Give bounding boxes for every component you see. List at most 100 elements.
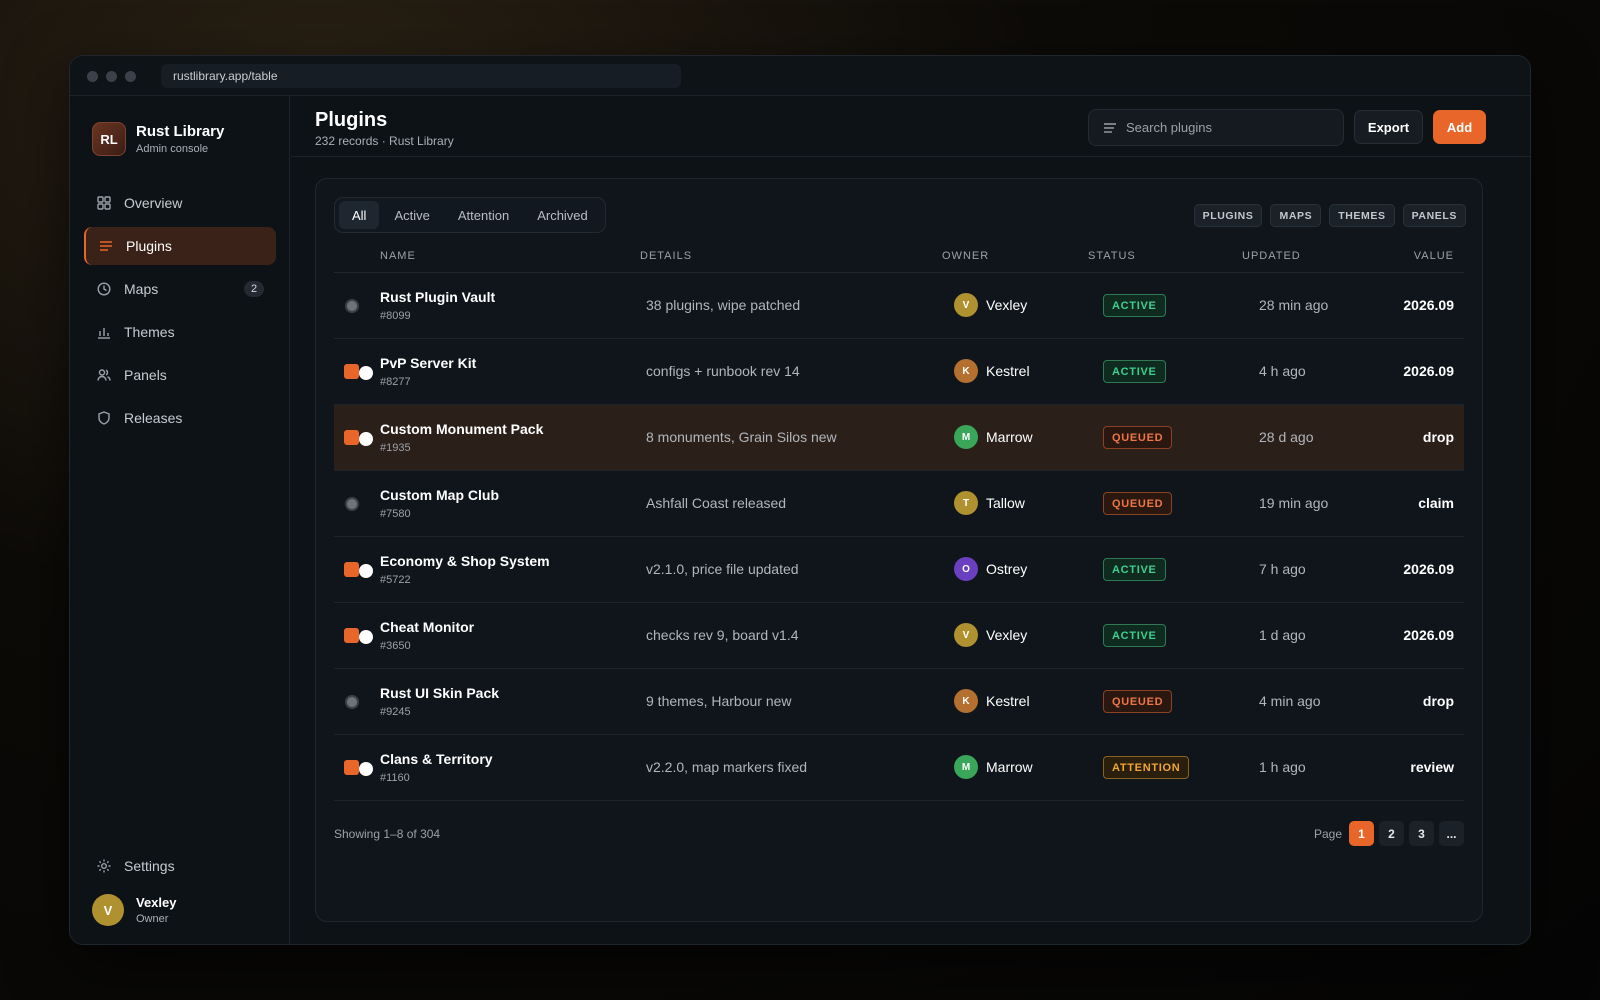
chip-plugins[interactable]: PLUGINS	[1193, 204, 1263, 227]
sidebar-item-overview[interactable]: Overview	[84, 184, 276, 222]
owner-name: Marrow	[986, 759, 1033, 775]
owner-name: Vexley	[986, 627, 1028, 643]
table-row[interactable]: Custom Map Club #7580 Ashfall Coast releas…	[334, 471, 1464, 537]
row-id: #9245	[380, 706, 411, 718]
pagination: Page 1 2 3 ...	[1314, 821, 1464, 846]
maximize-dot[interactable]	[125, 71, 136, 82]
main-content: Plugins 232 records · Rust Library Searc…	[291, 96, 1530, 944]
tab-all[interactable]: All	[339, 201, 380, 229]
page-header: Plugins 232 records · Rust Library Searc…	[291, 96, 1530, 157]
selected-checkbox[interactable]	[344, 628, 359, 643]
row-radio[interactable]	[345, 497, 359, 511]
sidebar-item-releases[interactable]: Releases	[84, 399, 276, 437]
selected-checkbox[interactable]	[344, 364, 359, 379]
grid-icon	[96, 195, 112, 211]
export-button[interactable]: Export	[1354, 110, 1423, 144]
sidebar-item-settings[interactable]: Settings	[96, 858, 175, 874]
minimize-dot[interactable]	[106, 71, 117, 82]
sidebar-item-panels[interactable]: Panels	[84, 356, 276, 394]
row-toggle[interactable]	[359, 366, 373, 380]
row-id: #1160	[380, 772, 410, 784]
row-select[interactable]	[344, 496, 372, 512]
row-title[interactable]: Custom Map Club	[380, 487, 499, 503]
chip-maps[interactable]: MAPS	[1270, 204, 1322, 227]
selected-checkbox[interactable]	[344, 562, 359, 577]
col-owner[interactable]: OWNER	[942, 250, 989, 262]
avatar: O	[954, 557, 978, 581]
row-status: ATTENTION	[1103, 756, 1190, 779]
table-row[interactable]: Custom Monument Pack #1935 8 monuments, Gr…	[334, 405, 1464, 471]
row-radio[interactable]	[345, 695, 359, 709]
table-row[interactable]: Economy & Shop System #5722 v2.1.0, price …	[334, 537, 1464, 603]
col-value[interactable]: VALUE	[1414, 250, 1454, 262]
row-name-cell: Rust UI Skin Pack #9245	[380, 685, 499, 718]
add-button[interactable]: Add	[1433, 110, 1486, 144]
col-updated[interactable]: UPDATED	[1242, 250, 1301, 262]
sidebar-item-themes[interactable]: Themes	[84, 313, 276, 351]
status-badge: QUEUED	[1103, 492, 1173, 515]
row-id: #8277	[380, 376, 411, 388]
avatar: V	[92, 894, 124, 926]
selected-checkbox[interactable]	[344, 760, 359, 775]
page-more-button[interactable]: ...	[1439, 821, 1464, 846]
row-select[interactable]	[344, 430, 373, 446]
avatar: M	[954, 755, 978, 779]
avatar: T	[954, 491, 978, 515]
row-updated: 4 h ago	[1259, 363, 1306, 379]
status-badge: ACTIVE	[1103, 558, 1166, 581]
table-row[interactable]: Cheat Monitor #3650 checks rev 9, board v1…	[334, 603, 1464, 669]
owner-name: Tallow	[986, 495, 1025, 511]
page-3-button[interactable]: 3	[1409, 821, 1434, 846]
chip-themes[interactable]: THEMES	[1329, 204, 1395, 227]
col-status[interactable]: STATUS	[1088, 250, 1136, 262]
page-title: Plugins	[315, 109, 388, 131]
col-name[interactable]: NAME	[380, 250, 416, 262]
row-toggle[interactable]	[359, 630, 373, 644]
row-select[interactable]	[344, 694, 372, 710]
row-select[interactable]	[344, 562, 373, 578]
row-value: 2026.09	[1403, 561, 1454, 577]
row-toggle[interactable]	[359, 564, 373, 578]
user-profile[interactable]: V Vexley Owner	[92, 894, 177, 926]
tab-attention[interactable]: Attention	[445, 201, 522, 229]
row-title[interactable]: Rust UI Skin Pack	[380, 685, 499, 701]
row-select[interactable]	[344, 628, 373, 644]
row-select[interactable]	[344, 760, 373, 776]
page-2-button[interactable]: 2	[1379, 821, 1404, 846]
table-row[interactable]: Rust Plugin Vault #8099 38 plugins, wipe p…	[334, 273, 1464, 339]
selected-checkbox[interactable]	[344, 430, 359, 445]
row-toggle[interactable]	[359, 432, 373, 446]
close-dot[interactable]	[87, 71, 98, 82]
table-row[interactable]: Rust UI Skin Pack #9245 9 themes, Harbour …	[334, 669, 1464, 735]
col-details[interactable]: DETAILS	[640, 250, 692, 262]
table-row[interactable]: PvP Server Kit #8277 configs + runbook rev…	[334, 339, 1464, 405]
row-title[interactable]: Rust Plugin Vault	[380, 289, 495, 305]
row-toggle[interactable]	[359, 762, 373, 776]
row-title[interactable]: Custom Monument Pack	[380, 421, 543, 437]
row-radio[interactable]	[345, 299, 359, 313]
chip-panels[interactable]: PANELS	[1402, 204, 1466, 227]
row-title[interactable]: PvP Server Kit	[380, 355, 476, 371]
sidebar-item-maps[interactable]: Maps 2	[84, 270, 276, 308]
page-1-button[interactable]: 1	[1349, 821, 1374, 846]
category-chips: PLUGINS MAPS THEMES PANELS	[1193, 204, 1466, 227]
row-select[interactable]	[344, 364, 373, 380]
owner-name: Vexley	[986, 297, 1028, 313]
users-icon	[96, 367, 112, 383]
owner-name: Kestrel	[986, 363, 1030, 379]
row-updated: 1 h ago	[1259, 759, 1306, 775]
search-input[interactable]: Search plugins	[1088, 109, 1344, 146]
window-controls	[87, 71, 136, 82]
tab-active[interactable]: Active	[381, 201, 442, 229]
table-row[interactable]: Clans & Territory #1160 v2.2.0, map marker…	[334, 735, 1464, 801]
tab-archived[interactable]: Archived	[524, 201, 601, 229]
sidebar-item-label: Panels	[124, 367, 167, 383]
row-title[interactable]: Clans & Territory	[380, 751, 493, 767]
row-title[interactable]: Cheat Monitor	[380, 619, 474, 635]
row-name-cell: Cheat Monitor #3650	[380, 619, 474, 652]
row-title[interactable]: Economy & Shop System	[380, 553, 550, 569]
url-bar[interactable]: rustlibrary.app/table	[161, 64, 681, 88]
row-select[interactable]	[344, 298, 372, 314]
sidebar-item-plugins[interactable]: Plugins	[84, 227, 276, 265]
table-header: NAME DETAILS OWNER STATUS UPDATED VALUE	[334, 245, 1464, 273]
